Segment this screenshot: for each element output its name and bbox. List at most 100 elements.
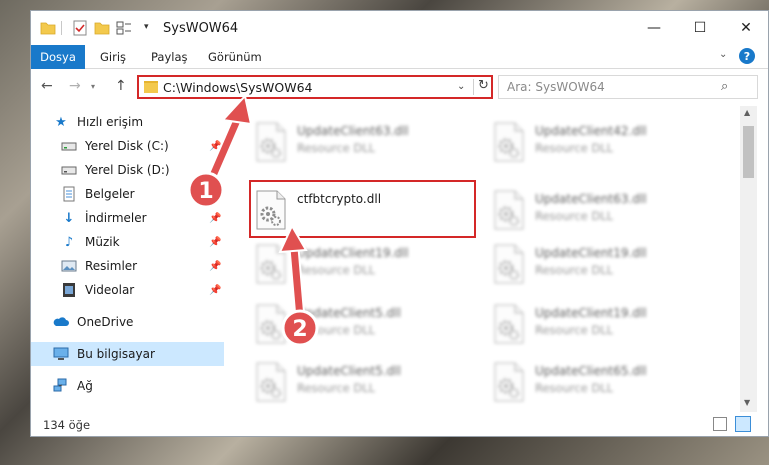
search-input[interactable]: Ara: SysWOW64 ⌕ bbox=[498, 75, 758, 99]
sidebar-item-label: Yerel Disk (C:) bbox=[85, 139, 169, 153]
new-folder-icon[interactable] bbox=[94, 20, 110, 36]
tab-view[interactable]: Görünüm bbox=[208, 45, 262, 69]
file-item[interactable]: UpdateClient19.dll Resource DLL bbox=[249, 234, 479, 290]
file-type: Resource DLL bbox=[297, 141, 376, 155]
star-icon: ★ bbox=[55, 114, 67, 130]
recent-locations-chevron-icon[interactable]: ▾ bbox=[91, 82, 95, 91]
view-options-icon[interactable] bbox=[116, 20, 132, 36]
file-item[interactable]: UpdateClient63.dll Resource DLL bbox=[249, 112, 479, 168]
file-type: Resource DLL bbox=[297, 323, 376, 337]
pin-icon[interactable]: 📌 bbox=[209, 189, 221, 200]
up-arrow-icon[interactable]: ↑ bbox=[115, 78, 127, 94]
pin-icon[interactable]: 📌 bbox=[209, 213, 221, 224]
tab-file[interactable]: Dosya bbox=[31, 45, 85, 69]
sidebar-item-local-disk-d[interactable]: Yerel Disk (D:) 📌 bbox=[31, 158, 224, 182]
file-item[interactable]: UpdateClient63.dll Resource DLL bbox=[487, 180, 717, 236]
file-name: UpdateClient5.dll bbox=[297, 364, 401, 378]
tab-share[interactable]: Paylaş bbox=[151, 45, 188, 69]
file-item[interactable]: UpdateClient5.dll Resource DLL bbox=[249, 352, 479, 408]
dll-file-icon bbox=[255, 244, 287, 284]
sidebar-item-onedrive[interactable]: OneDrive bbox=[31, 310, 224, 334]
sidebar-item-label: Ağ bbox=[77, 379, 93, 393]
refresh-icon[interactable]: ↻ bbox=[478, 78, 489, 93]
title-bar: ▾ SysWOW64 — ☐ ✕ bbox=[31, 11, 768, 45]
file-name: UpdateClient63.dll bbox=[535, 192, 647, 206]
address-dropdown-icon[interactable]: ⌄ bbox=[457, 81, 465, 92]
sidebar-item-local-disk-c[interactable]: Yerel Disk (C:) 📌 bbox=[31, 134, 224, 158]
pin-icon[interactable]: 📌 bbox=[209, 261, 221, 272]
pin-icon[interactable]: 📌 bbox=[209, 285, 221, 296]
address-path[interactable]: C:\Windows\SysWOW64 bbox=[163, 80, 312, 95]
sidebar-item-documents[interactable]: Belgeler 📌 bbox=[31, 182, 224, 206]
ribbon-expand-icon[interactable]: ⌄ bbox=[719, 49, 727, 60]
window-title: SysWOW64 bbox=[163, 21, 239, 36]
close-button[interactable]: ✕ bbox=[723, 11, 769, 45]
file-item[interactable]: UpdateClient19.dll Resource DLL bbox=[487, 234, 717, 290]
sidebar-item-network[interactable]: Ağ bbox=[31, 374, 224, 398]
sidebar-item-label: Videolar bbox=[85, 283, 135, 297]
status-bar: 134 öğe bbox=[31, 412, 768, 438]
file-type: Resource DLL bbox=[535, 323, 614, 337]
file-list: UpdateClient63.dll Resource DLL UpdateClie… bbox=[227, 106, 744, 412]
forward-arrow-icon[interactable]: → bbox=[69, 78, 81, 94]
scroll-up-icon[interactable]: ▲ bbox=[744, 108, 750, 117]
sidebar-item-label: Hızlı erişim bbox=[77, 115, 144, 129]
folder-icon[interactable] bbox=[40, 20, 56, 36]
ribbon-tabs: Dosya Giriş Paylaş Görünüm bbox=[31, 45, 768, 69]
help-icon[interactable]: ? bbox=[739, 48, 755, 64]
dll-file-icon bbox=[493, 304, 525, 344]
pictures-icon bbox=[61, 260, 77, 272]
search-icon[interactable]: ⌕ bbox=[721, 79, 728, 94]
scroll-thumb[interactable] bbox=[743, 126, 754, 178]
folder-icon bbox=[144, 81, 158, 93]
address-bar[interactable]: C:\Windows\SysWOW64 ⌄ ↻ bbox=[137, 75, 493, 99]
minimize-button[interactable]: — bbox=[631, 11, 677, 45]
dll-file-icon bbox=[255, 304, 287, 344]
file-name: UpdateClient19.dll bbox=[297, 246, 409, 260]
file-type: Resource DLL bbox=[535, 263, 614, 277]
videos-icon bbox=[63, 283, 75, 297]
sidebar-item-label: Bu bilgisayar bbox=[77, 347, 155, 361]
tab-home[interactable]: Giriş bbox=[100, 45, 126, 69]
download-icon: ↓ bbox=[63, 210, 75, 226]
pin-icon[interactable]: 📌 bbox=[209, 237, 221, 248]
pin-icon[interactable]: 📌 bbox=[209, 141, 221, 152]
network-icon bbox=[53, 378, 67, 392]
file-name: UpdateClient42.dll bbox=[535, 124, 647, 138]
file-type: Resource DLL bbox=[297, 263, 376, 277]
file-name: UpdateClient63.dll bbox=[297, 124, 409, 138]
file-name: UpdateClient19.dll bbox=[535, 306, 647, 320]
back-arrow-icon[interactable]: ← bbox=[41, 78, 53, 94]
computer-icon bbox=[53, 347, 69, 360]
sidebar-item-music[interactable]: ♪ Müzik 📌 bbox=[31, 230, 224, 254]
maximize-button[interactable]: ☐ bbox=[677, 11, 723, 45]
dll-file-icon bbox=[493, 122, 525, 162]
file-name: UpdateClient19.dll bbox=[535, 246, 647, 260]
file-item[interactable]: UpdateClient42.dll Resource DLL bbox=[487, 112, 717, 168]
file-item[interactable]: UpdateClient19.dll Resource DLL bbox=[487, 294, 717, 350]
dll-file-icon bbox=[255, 122, 287, 162]
pin-icon[interactable]: 📌 bbox=[209, 165, 221, 176]
drive-icon bbox=[61, 142, 77, 151]
sidebar-item-label: Belgeler bbox=[85, 187, 135, 201]
music-icon: ♪ bbox=[64, 234, 74, 250]
sidebar-item-quick-access[interactable]: ★ Hızlı erişim bbox=[31, 110, 224, 134]
file-item[interactable]: UpdateClient65.dll Resource DLL bbox=[487, 352, 717, 408]
quick-access-dropdown-icon[interactable]: ▾ bbox=[144, 22, 160, 38]
file-type: Resource DLL bbox=[297, 381, 376, 395]
scroll-down-icon[interactable]: ▼ bbox=[744, 398, 750, 407]
dll-file-icon bbox=[493, 244, 525, 284]
sidebar-item-pictures[interactable]: Resimler 📌 bbox=[31, 254, 224, 278]
sidebar-item-this-pc[interactable]: Bu bilgisayar bbox=[31, 342, 224, 366]
sidebar-item-videos[interactable]: Videolar 📌 bbox=[31, 278, 224, 302]
sidebar-item-label: OneDrive bbox=[77, 315, 134, 329]
properties-icon[interactable] bbox=[72, 20, 88, 36]
file-name: UpdateClient65.dll bbox=[535, 364, 647, 378]
details-view-icon[interactable] bbox=[713, 417, 727, 431]
file-item[interactable]: UpdateClient5.dll Resource DLL bbox=[249, 294, 479, 350]
item-count: 134 öğe bbox=[43, 418, 91, 432]
address-separator bbox=[473, 79, 474, 95]
vertical-scrollbar[interactable]: ▲ ▼ bbox=[740, 106, 757, 412]
tiles-view-icon[interactable] bbox=[735, 416, 751, 432]
sidebar-item-downloads[interactable]: ↓ İndirmeler 📌 bbox=[31, 206, 224, 230]
